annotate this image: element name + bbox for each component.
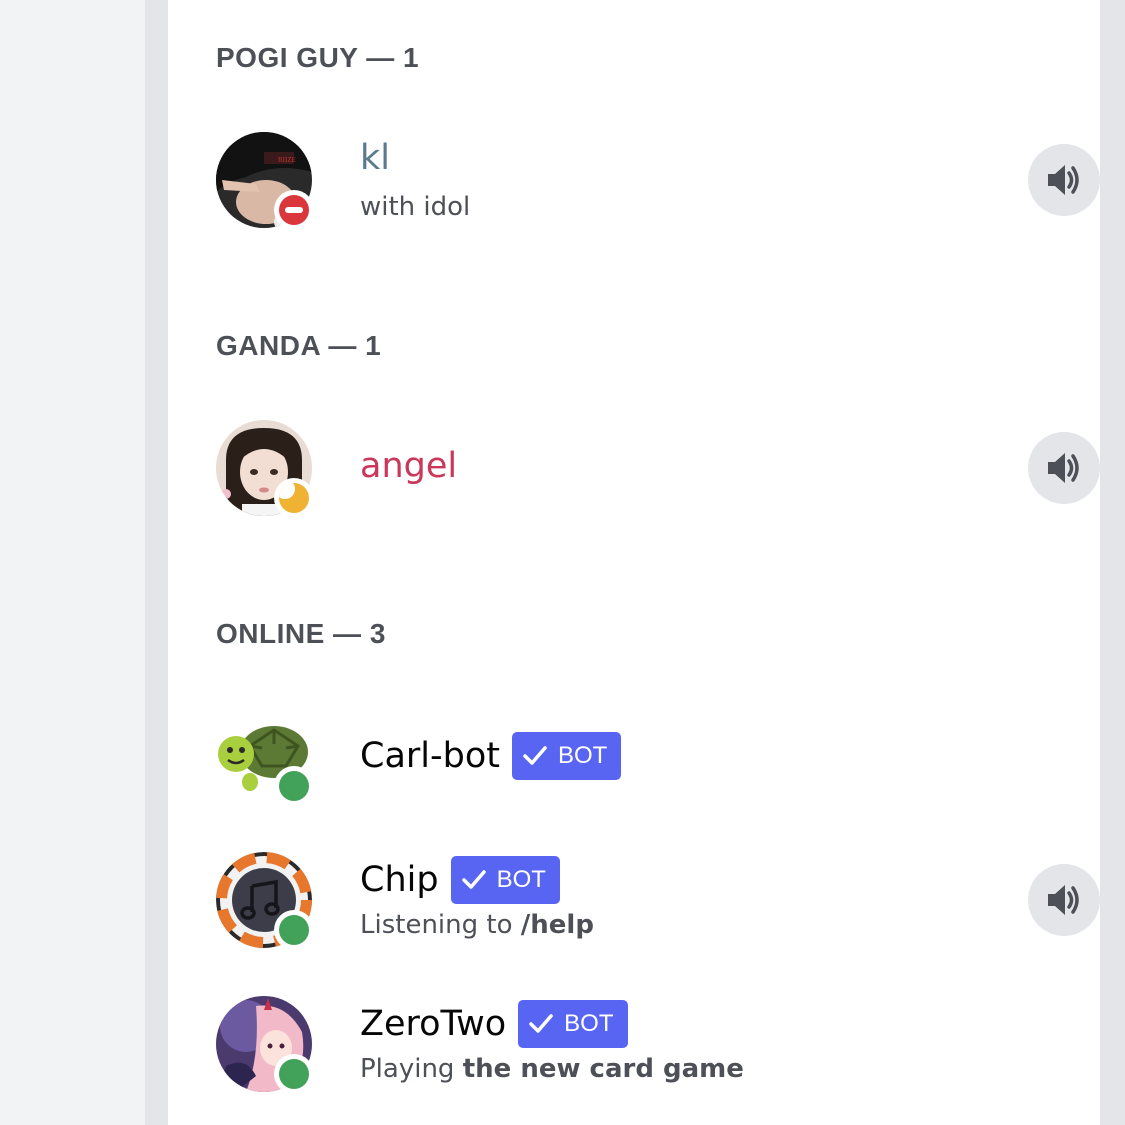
speaker-icon [1048,885,1079,915]
bot-badge: BOT [450,856,560,904]
member-chip[interactable]: Chip BOT Listening to /help [216,852,1100,952]
bot-badge: BOT [511,732,622,780]
activity-detail: /help [520,910,594,940]
speaker-icon [1048,453,1079,483]
bot-badge-label: BOT [557,742,608,769]
section-header-online: ONLINE — 3 [216,618,386,649]
member-activity: Playing the new card game [360,1054,744,1084]
bot-badge: BOT [518,1000,628,1048]
member-name: Carl-bot [360,736,500,776]
member-name: angel [360,446,458,486]
bot-badge-label: BOT [564,1010,614,1037]
voice-button[interactable] [1028,144,1100,216]
section-header-ganda: GANDA — 1 [216,330,382,361]
status-online-indicator [274,910,314,950]
right-scroll-rail[interactable] [1100,0,1125,1125]
member-name: kl [360,138,390,178]
left-scroll-rail [145,0,168,1125]
member-zerotwo[interactable]: ZeroTwo BOT Playing the new card game [216,996,1056,1096]
checkmark-icon [523,746,547,765]
member-name: ZeroTwo [360,1004,507,1044]
activity-prefix: Listening to [360,910,513,940]
status-online-indicator [274,1054,314,1094]
member-kl[interactable]: RIIZE kl with idol [216,132,1100,232]
voice-button[interactable] [1028,864,1100,936]
checkmark-icon [461,870,486,889]
status-dnd-indicator [274,190,314,230]
voice-button[interactable] [1028,432,1100,504]
member-carl-bot[interactable]: Carl-bot BOT [216,708,1056,808]
left-background [0,0,145,1125]
member-activity: with idol [360,192,471,222]
section-header-pogi-guy: POGI GUY — 1 [216,42,420,73]
status-idle-indicator [274,478,314,518]
status-online-indicator [274,766,314,806]
speaker-icon [1048,165,1079,195]
member-activity: Listening to /help [360,910,594,940]
member-list-panel: POGI GUY — 1 RIIZE kl with idol GANDA — … [168,0,1100,1125]
activity-prefix: Playing [360,1054,455,1084]
bot-badge-label: BOT [496,866,546,893]
svg-text:RIIZE: RIIZE [278,156,296,164]
activity-detail: the new card game [462,1054,744,1084]
checkmark-icon [529,1014,553,1033]
member-angel[interactable]: angel [216,420,1100,520]
member-name: Chip [360,860,439,900]
